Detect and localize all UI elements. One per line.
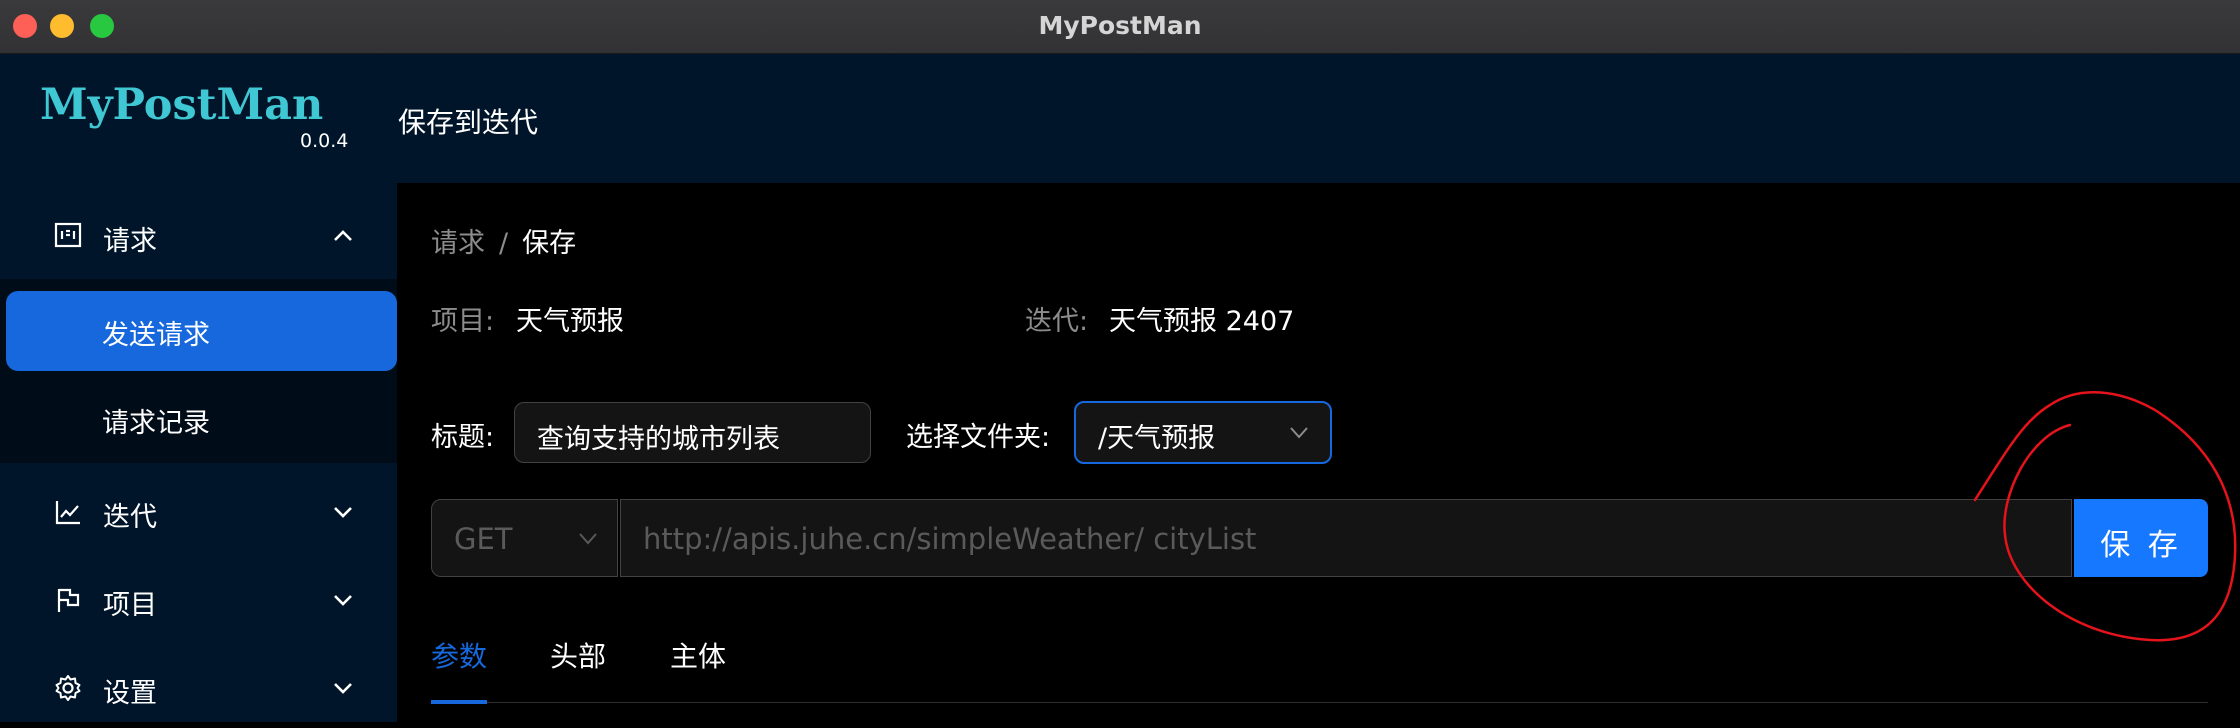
page-title: 保存到迭代 [398, 106, 539, 139]
app-header: MyPostMan 0.0.4 保存到迭代 [0, 54, 2240, 183]
folder-select-value: /天气预报 [1098, 423, 1216, 454]
request-submenu: 发送请求 请求记录 [0, 279, 397, 463]
sidebar-item-label: 迭代 [103, 502, 157, 533]
iteration-value: 天气预报 2407 [1109, 306, 1295, 337]
sidebar-item-request-history[interactable]: 请求记录 [6, 379, 397, 459]
breadcrumb-separator: / [499, 228, 509, 259]
app-version: 0.0.4 [300, 130, 349, 152]
annotation-circle [1973, 391, 2237, 642]
chart-icon [55, 501, 80, 525]
folder-select[interactable]: /天气预报 [1074, 401, 1332, 464]
sidebar-item-send-request[interactable]: 发送请求 [6, 291, 397, 371]
sidebar: 请求 发送请求 请求记录 迭代 项目 设置 [0, 183, 397, 722]
chevron-down-icon [1290, 427, 1308, 439]
sidebar-item-iteration[interactable]: 迭代 [0, 472, 397, 552]
tab-body[interactable]: 主体 [670, 635, 726, 675]
title-input-value: 查询支持的城市列表 [537, 424, 780, 455]
url-input-value: http://apis.juhe.cn/simpleWeather/ cityL… [643, 522, 1257, 556]
sidebar-item-settings[interactable]: 设置 [0, 648, 397, 728]
url-input[interactable]: http://apis.juhe.cn/simpleWeather/ cityL… [620, 499, 2072, 577]
title-label: 标题: [431, 422, 495, 453]
breadcrumb-parent[interactable]: 请求 [431, 228, 485, 259]
sidebar-item-label: 发送请求 [102, 320, 210, 351]
flag-icon [57, 588, 80, 612]
iteration-label: 迭代: [1025, 306, 1089, 337]
project-label: 项目: [431, 306, 495, 337]
sidebar-item-label: 请求 [103, 226, 157, 257]
gear-icon [55, 675, 81, 701]
folder-label: 选择文件夹: [906, 422, 1051, 453]
sidebar-item-label: 项目 [103, 590, 157, 621]
method-select-value: GET [454, 522, 513, 556]
sidebar-item-project[interactable]: 项目 [0, 560, 397, 640]
sidebar-item-request[interactable]: 请求 [0, 195, 397, 275]
window-title: MyPostMan [1038, 11, 1202, 40]
chevron-up-icon [334, 230, 352, 241]
app-logo: MyPostMan [40, 80, 324, 130]
tabs-divider [431, 702, 2208, 703]
title-input[interactable]: 查询支持的城市列表 [514, 402, 871, 463]
main-content: 请求 / 保存 项目: 天气预报 迭代: 天气预报 2407 标题: 查询支持的城市… [397, 183, 2240, 722]
chevron-down-icon [334, 683, 352, 694]
method-select[interactable]: GET [431, 499, 618, 577]
breadcrumb: 请求 / 保存 [431, 221, 576, 260]
tab-params[interactable]: 参数 [431, 635, 487, 675]
chevron-down-icon [334, 595, 352, 606]
sidebar-item-label: 请求记录 [102, 408, 210, 439]
sidebar-item-label: 设置 [103, 678, 157, 709]
chevron-down-icon [334, 507, 352, 518]
breadcrumb-current: 保存 [522, 228, 577, 259]
chevron-down-icon [579, 533, 597, 545]
project-value: 天气预报 [516, 306, 624, 337]
tab-active-indicator [431, 700, 487, 704]
window-titlebar: MyPostMan [0, 0, 2240, 54]
tab-headers[interactable]: 头部 [550, 635, 606, 675]
request-icon [54, 222, 82, 248]
